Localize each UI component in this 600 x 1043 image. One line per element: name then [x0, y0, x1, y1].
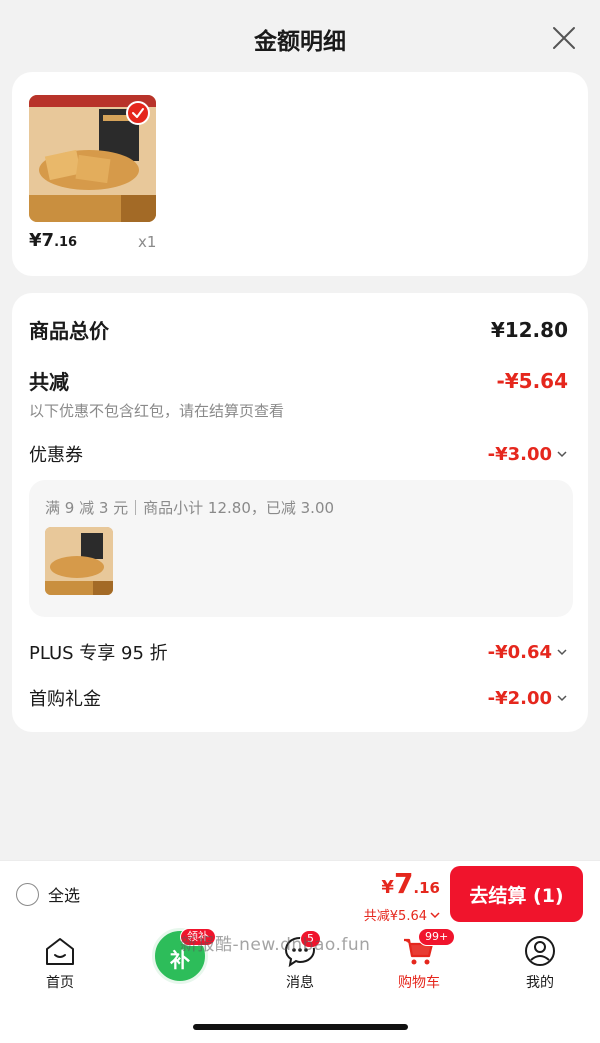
checkout-button[interactable]: 去结算 (1)	[450, 866, 583, 922]
plus-row[interactable]: PLUS 专享 95 折 -¥0.64	[29, 639, 568, 665]
plus-label: PLUS 专享 95 折	[29, 643, 168, 664]
tab-me-label: 我的	[526, 975, 554, 991]
discount-note: 以下优惠不包含红包，请在结算页查看	[29, 402, 285, 420]
select-all-radio[interactable]	[16, 882, 39, 906]
watermark: 新报酷-new.dnbao.fun	[180, 935, 371, 955]
price-detail-card: 商品总价 ¥12.80 共减 -¥5.64 以下优惠不包含红包，请在结算页查看 …	[12, 293, 588, 732]
select-all-label: 全选	[48, 886, 81, 905]
sheet-header: 金额明细	[0, 0, 600, 70]
reduce-row: 共减 -¥5.64	[29, 366, 568, 395]
total-value: ¥12.80	[490, 317, 568, 342]
check-icon	[132, 108, 144, 118]
plus-value: -¥0.64	[488, 642, 568, 663]
home-icon	[46, 938, 74, 965]
product-card: ¥7.16 x1	[12, 72, 588, 276]
chevron-down-icon	[557, 695, 567, 702]
tab-cart[interactable]: 购物车	[369, 934, 469, 992]
amount-detail-sheet: 金额明细 ¥7.16 x1 商品总价 ¥12.80 共减 -¥5.64 以下优惠…	[0, 0, 600, 860]
checkout-bar: 全选 ¥7.16 共减¥5.64 去结算 (1)	[0, 860, 600, 928]
total-label: 商品总价	[29, 319, 109, 343]
cart-badge: 99+	[418, 928, 456, 946]
home-indicator[interactable]	[193, 1024, 408, 1030]
close-button[interactable]	[550, 24, 578, 52]
reduce-label: 共减	[29, 370, 69, 394]
chevron-down-icon	[557, 451, 567, 458]
gift-value: -¥2.00	[488, 688, 568, 709]
cart-total: ¥7.16 共减¥5.64	[364, 867, 440, 924]
chevron-down-icon	[430, 911, 440, 918]
saved-amount[interactable]: 共减¥5.64	[364, 905, 440, 924]
sheet-title: 金额明细	[254, 29, 346, 55]
user-icon	[525, 936, 555, 966]
tab-home-label: 首页	[46, 975, 74, 991]
gift-row[interactable]: 首购礼金 -¥2.00	[29, 685, 568, 711]
tab-me[interactable]: 我的	[490, 934, 590, 992]
chevron-down-icon	[557, 649, 567, 656]
coupon-detail-box: 满 9 减 3 元｜商品小计 12.80，已减 3.00	[29, 480, 573, 617]
product-price: ¥7.16	[29, 230, 78, 251]
total-row: 商品总价 ¥12.80	[29, 315, 568, 344]
coupon-value: -¥3.00	[488, 444, 568, 465]
product-quantity: x1	[138, 233, 157, 251]
coupon-product-image	[45, 527, 113, 595]
select-all-toggle[interactable]: 全选	[16, 882, 80, 906]
gift-label: 首购礼金	[29, 689, 101, 710]
reduce-value: -¥5.64	[496, 368, 568, 393]
coupon-label: 优惠券	[29, 445, 83, 466]
selected-badge	[126, 101, 150, 125]
tab-home[interactable]: 首页	[10, 934, 110, 992]
total-amount: ¥7.16	[381, 867, 440, 900]
close-icon	[553, 27, 575, 49]
coupon-detail-text: 满 9 减 3 元｜商品小计 12.80，已减 3.00	[45, 499, 335, 517]
coupon-product-thumbnail	[45, 527, 113, 595]
tab-messages-label: 消息	[286, 975, 314, 991]
product-image[interactable]	[29, 95, 156, 222]
tab-cart-label: 购物车	[398, 975, 440, 991]
coupon-row[interactable]: 优惠券 -¥3.00	[29, 441, 568, 467]
